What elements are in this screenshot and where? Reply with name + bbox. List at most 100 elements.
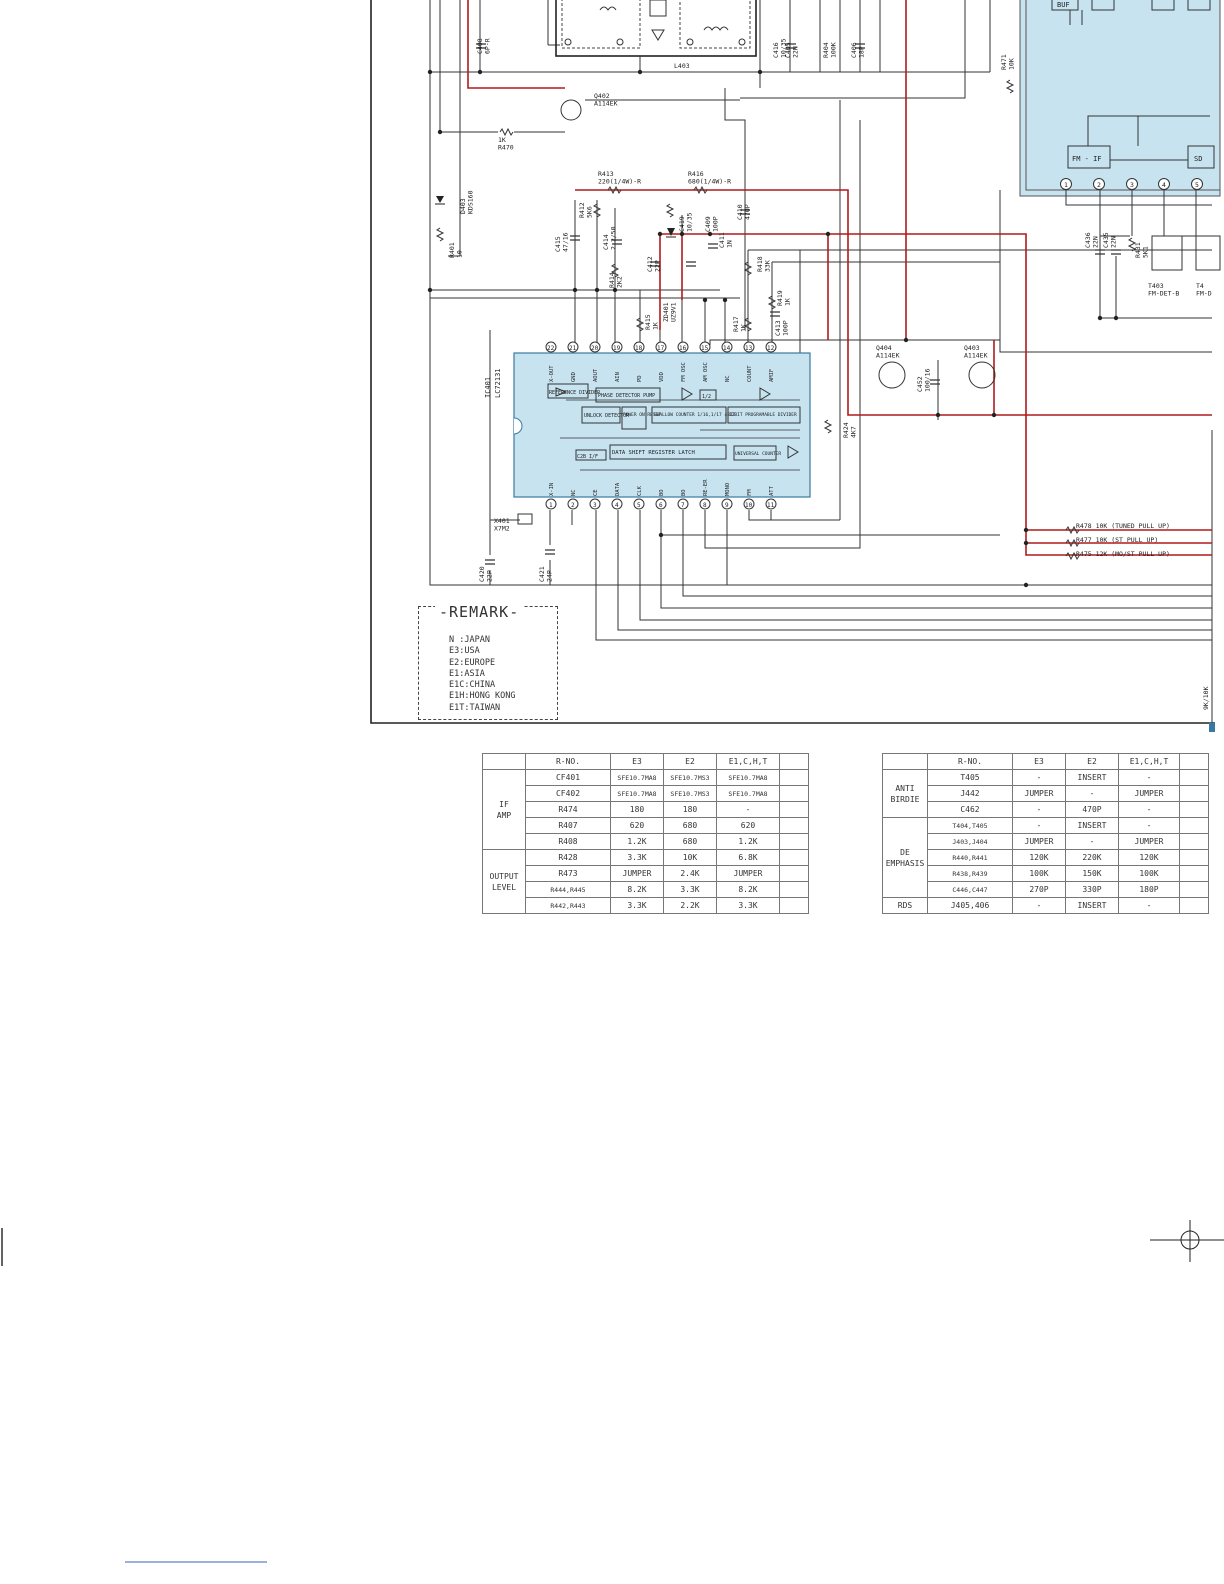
label-r9k: 9K/10K (1202, 686, 1210, 710)
table-cell: - (1012, 769, 1066, 786)
label-r431: 5K1 (1142, 246, 1150, 258)
label-c412: 22P (654, 260, 662, 272)
table-cell: 220K (1065, 849, 1119, 866)
remark-item: E3:USA (449, 646, 480, 657)
label-c435: 22N (1110, 236, 1118, 248)
table-cell: SFE10.7MA8 (610, 769, 664, 786)
table-group-cell: ANTI BIRDIE (882, 769, 928, 818)
table-cell: SFE10.7MA8 (716, 785, 780, 802)
remark-item: E1C:CHINA (449, 680, 496, 691)
remark-title: -REMARK- (435, 603, 524, 621)
remark-item: E2:EUROPE (449, 657, 496, 668)
buf-label: BUF (1057, 1, 1070, 9)
ic-pin-name: COUNT (747, 365, 753, 382)
ic-block-data-shift-register: DATA SHIFT REGISTER LATCH (612, 450, 695, 456)
ic-pin-number: 8 (703, 502, 707, 509)
table-spacer-cell (779, 753, 809, 770)
table-cell: SFE10.7MA8 (716, 769, 780, 786)
ic-pin-name: CLK (637, 485, 643, 496)
remark-box: -REMARK- N :JAPAN E3:USA E2:EUROPE E1:AS… (418, 603, 558, 720)
table-row: R444,R445 8.2K 3.3K 8.2K (483, 881, 809, 898)
table-cell: - (1118, 769, 1180, 786)
remark-item: E1H:HONG KONG (449, 691, 516, 702)
ic-pin-number: 15 (701, 345, 709, 352)
fm-if-pin-number: 5 (1195, 181, 1199, 189)
table-cell: T405 (927, 769, 1013, 786)
ic-block-c2b-if: C2B I/F (577, 454, 598, 460)
label-r419: 1K (784, 298, 792, 306)
ic-pin-name: NC (725, 375, 731, 382)
label-r470: R470 (498, 144, 514, 152)
table-cell: SFE10.7MS3 (663, 785, 717, 802)
table-cell: SFE10.7MS3 (663, 769, 717, 786)
table-row: C462-470P - (883, 801, 1209, 818)
table-cell: 10K (663, 849, 717, 866)
table-group-cell: OUTPUT LEVEL (482, 849, 526, 914)
table-spacer-cell (1179, 865, 1209, 882)
fm-if-pin-number: 2 (1097, 181, 1101, 189)
anti-birdie-deemphasis-table: R-NO. E3 E2 E1,C,H,T ANTI BIRDIE T405- INSERT - J… (882, 753, 1209, 914)
if-amp-output-level-table: R-NO. E3 E2 E1,C,H,T IF AMP CF401 SFE10.7MA8 SFE… (482, 753, 809, 914)
ic-ref-label: IC401 (484, 377, 492, 398)
ic-pin-name: PD (637, 375, 643, 382)
ic-pin-number: 6 (659, 502, 663, 509)
table-spacer-cell (1179, 769, 1209, 786)
table-group-cell: DE EMPHASIS (882, 817, 928, 898)
ic-pin-name: GND (571, 372, 577, 382)
label-c421: 24P (546, 570, 554, 582)
table-header-cell: E2 (1065, 753, 1119, 770)
table-cell: 3.3K (663, 881, 717, 898)
fm-if-pin-number: 3 (1130, 181, 1134, 189)
table-cell: 100K (1118, 865, 1180, 882)
table-cell: 3.3K (716, 897, 780, 914)
table-cell: JUMPER (716, 865, 780, 882)
table-cell: JUMPER (610, 865, 664, 882)
table-cell: 120K (1012, 849, 1066, 866)
table-cell: J442 (927, 785, 1013, 802)
table-row: R407 620 680 620 (483, 817, 809, 834)
ic-pin-number: 3 (593, 502, 597, 509)
label-r477: R477 10K (ST PULL UP) (1076, 536, 1158, 544)
label-c413: 100P (782, 320, 790, 336)
ic-pin-name: FM OSC (681, 362, 687, 382)
label-c406: 18P (858, 46, 866, 58)
label-r415: 1K (652, 322, 660, 330)
table-spacer-cell (779, 817, 809, 834)
table-corner-cell (882, 753, 928, 770)
label-c415: 47/16 (562, 232, 570, 252)
ic-part-label: LC72131 (494, 368, 502, 398)
table-cell: - (716, 801, 780, 818)
table-cell: R474 (525, 801, 611, 818)
table-cell: T404,T405 (927, 817, 1013, 834)
ic-pin-name: AOUT (593, 368, 599, 382)
ic-pin-number: 4 (615, 502, 619, 509)
table-cell: 180P (1118, 881, 1180, 898)
ic-pin-number: 7 (681, 502, 685, 509)
ic-pin-name: FM (747, 489, 753, 496)
table-row: R440,R441 120K 220K 120K (883, 849, 1209, 866)
table-cell: 150K (1065, 865, 1119, 882)
label-t40x: FM-D (1196, 290, 1212, 298)
ic-pin-number: 1 (549, 502, 553, 509)
ic-block-programable-divider: 12BIT PROGRAMABLE DIVIDER (729, 412, 797, 418)
remark-item: E1T:TAIWAN (449, 702, 501, 713)
label-c414: 2.2/50 (610, 226, 618, 250)
ic-pin-name: CE (593, 489, 599, 496)
table-cell: 180 (610, 801, 664, 818)
table-row: R438,R439 100K 150K 100K (883, 865, 1209, 882)
table-cell: 120K (1118, 849, 1180, 866)
label-r414: 2K2 (616, 276, 624, 288)
table-cell: C446,C447 (927, 881, 1013, 898)
table-spacer-cell (779, 785, 809, 802)
ic-pin-name: MONO (725, 483, 731, 496)
table-spacer-cell (1179, 817, 1209, 834)
table-group-cell: IF AMP (482, 769, 526, 850)
table-spacer-cell (779, 769, 809, 786)
label-c420: 22P (486, 570, 494, 582)
label-r424: 4K7 (850, 426, 858, 438)
table-cell: 620 (610, 817, 664, 834)
label-r404: 100K (830, 42, 838, 58)
ic-pin-name: AM OSC (703, 362, 709, 382)
table-row: CF402 SFE10.7MA8 SFE10.7MS3 SFE10.7MA8 (483, 785, 809, 802)
table-header-cell: E1,C,H,T (716, 753, 780, 770)
